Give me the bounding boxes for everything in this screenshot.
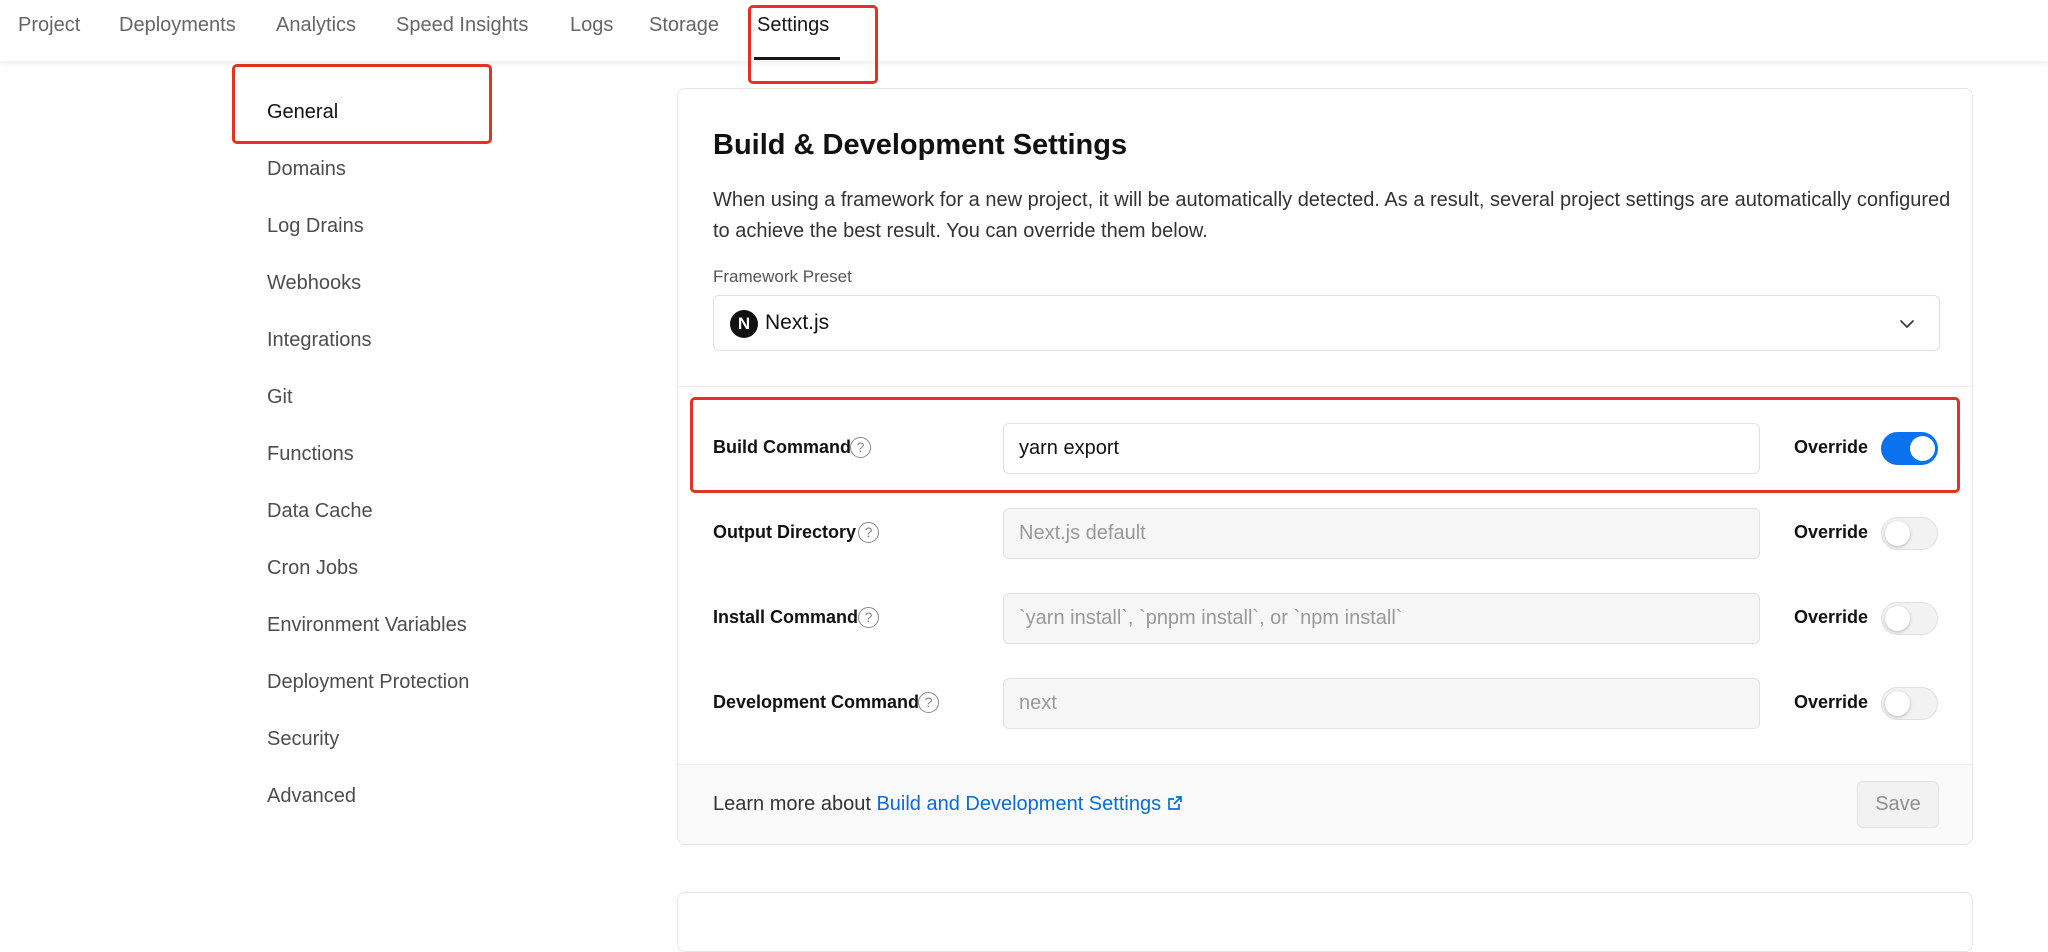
- install-command-label: Install Command: [713, 607, 859, 627]
- save-button[interactable]: Save: [1857, 781, 1939, 828]
- sidebar-item-general[interactable]: General: [267, 101, 338, 124]
- install-command-override-label: Override: [1794, 607, 1869, 627]
- help-icon[interactable]: ?: [850, 437, 871, 458]
- sidebar-item-integrations[interactable]: Integrations: [267, 329, 372, 352]
- tab-speed-insights[interactable]: Speed Insights: [396, 14, 528, 37]
- divider: [678, 386, 1972, 387]
- chevron-down-icon: [1900, 320, 1914, 328]
- learn-more-prefix: Learn more about: [713, 793, 871, 815]
- development-command-override-toggle[interactable]: [1881, 687, 1938, 720]
- help-icon[interactable]: ?: [918, 692, 939, 713]
- external-link-icon: [1168, 796, 1182, 810]
- sidebar-item-security[interactable]: Security: [267, 728, 339, 751]
- sidebar-item-log-drains[interactable]: Log Drains: [267, 215, 364, 238]
- build-command-input[interactable]: [1003, 423, 1760, 474]
- sidebar-item-data-cache[interactable]: Data Cache: [267, 500, 373, 523]
- install-command-override-toggle[interactable]: [1881, 602, 1938, 635]
- development-command-input[interactable]: [1003, 678, 1760, 729]
- tab-settings[interactable]: Settings: [757, 14, 829, 37]
- tab-deployments[interactable]: Deployments: [119, 14, 236, 37]
- build-settings-card: Build & Development Settings When using …: [677, 88, 1973, 845]
- sidebar-item-webhooks[interactable]: Webhooks: [267, 272, 361, 295]
- build-command-label: Build Command: [713, 437, 851, 457]
- framework-preset-label: Framework Preset: [713, 267, 852, 286]
- build-command-override-toggle[interactable]: [1881, 432, 1938, 465]
- output-directory-override-label: Override: [1794, 522, 1869, 542]
- nextjs-logo-icon: N: [730, 310, 758, 338]
- sidebar-item-domains[interactable]: Domains: [267, 158, 346, 181]
- tab-project[interactable]: Project: [18, 14, 80, 37]
- output-directory-input[interactable]: [1003, 508, 1760, 559]
- build-command-override-label: Override: [1794, 437, 1869, 457]
- sidebar-item-deployment-protection[interactable]: Deployment Protection: [267, 671, 469, 694]
- sidebar-item-cron-jobs[interactable]: Cron Jobs: [267, 557, 358, 580]
- development-command-override-label: Override: [1794, 692, 1869, 712]
- framework-preset-select[interactable]: N Next.js: [713, 295, 1940, 351]
- install-command-input[interactable]: [1003, 593, 1760, 644]
- help-icon[interactable]: ?: [858, 607, 879, 628]
- next-settings-card: [677, 892, 1973, 952]
- sidebar-item-functions[interactable]: Functions: [267, 443, 354, 466]
- card-description: When using a framework for a new project…: [713, 189, 1951, 242]
- docs-link-label: Build and Development Settings: [876, 793, 1162, 815]
- learn-more-text: Learn more about Build and Development S…: [713, 793, 1184, 816]
- sidebar-item-git[interactable]: Git: [267, 386, 293, 409]
- tab-logs[interactable]: Logs: [570, 14, 613, 37]
- sidebar-item-environment-variables[interactable]: Environment Variables: [267, 614, 467, 637]
- sidebar-item-advanced[interactable]: Advanced: [267, 785, 356, 808]
- active-tab-indicator: [754, 57, 840, 60]
- card-footer: Learn more about Build and Development S…: [678, 764, 1972, 844]
- development-command-label: Development Command: [713, 692, 920, 712]
- tab-analytics[interactable]: Analytics: [276, 14, 356, 37]
- top-navigation: Project Deployments Analytics Speed Insi…: [0, 0, 2048, 61]
- help-icon[interactable]: ?: [858, 522, 879, 543]
- build-settings-docs-link[interactable]: Build and Development Settings: [876, 793, 1184, 815]
- framework-preset-value: Next.js: [765, 311, 830, 334]
- tab-storage[interactable]: Storage: [649, 14, 719, 37]
- output-directory-label: Output Directory: [713, 522, 857, 542]
- card-title: Build & Development Settings: [713, 129, 1128, 161]
- output-directory-override-toggle[interactable]: [1881, 517, 1938, 550]
